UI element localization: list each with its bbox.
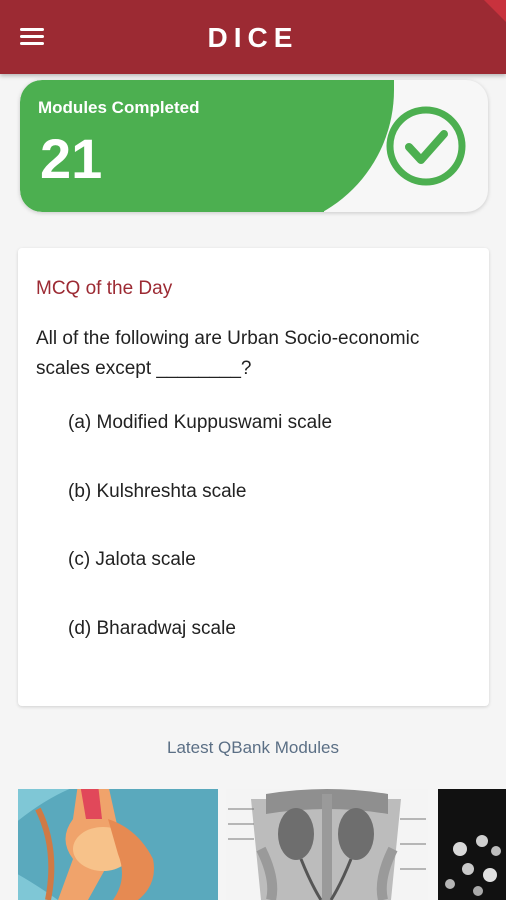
mcq-question: All of the following are Urban Socio-eco… (36, 328, 420, 379)
knee-anatomy-image[interactable] (18, 789, 218, 900)
mcq-option-b[interactable]: (b) Kulshreshta scale (68, 481, 246, 503)
app-title: DICE (207, 22, 299, 53)
mcq-heading: MCQ of the Day (36, 278, 173, 299)
modules-completed-count: 21 (40, 127, 103, 190)
modules-completed-card: Modules Completed 21 (20, 80, 488, 212)
xray-image[interactable] (438, 789, 506, 900)
qbank-modules-carousel[interactable] (18, 789, 506, 900)
latest-qbank-title: Latest QBank Modules (167, 738, 339, 757)
modules-completed-label: Modules Completed (38, 98, 200, 117)
check-circle-icon (386, 106, 466, 186)
mcq-of-the-day-card: MCQ of the Day All of the following are … (18, 248, 489, 706)
mcq-option-c[interactable]: (c) Jalota scale (68, 549, 196, 571)
app-bar: DICE (0, 0, 506, 74)
kidney-anatomy-image[interactable] (226, 789, 428, 900)
corner-flap (484, 0, 506, 22)
mcq-option-a[interactable]: (a) Modified Kuppuswami scale (68, 412, 332, 434)
mcq-option-d[interactable]: (d) Bharadwaj scale (68, 618, 236, 640)
